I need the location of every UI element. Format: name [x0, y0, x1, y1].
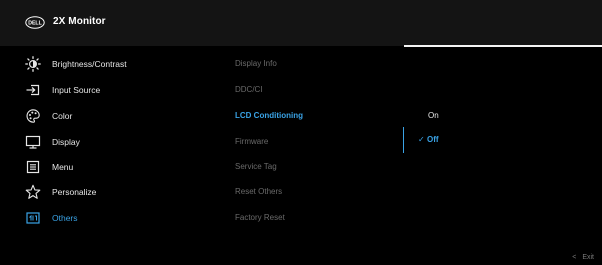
menu-label-others: Others [52, 213, 78, 223]
exit-label: Exit [582, 254, 594, 261]
star-icon [25, 184, 41, 200]
menu-label-menu: Menu [52, 162, 74, 172]
submenu-item-display-info[interactable]: Display Info [235, 57, 277, 71]
menu-item-others[interactable]: Others [25, 208, 210, 228]
submenu-item-reset-others[interactable]: Reset Others [235, 185, 282, 199]
option-selection-bar [403, 127, 404, 153]
submenu-item-service-tag[interactable]: Service Tag [235, 160, 277, 174]
submenu-item-lcd-conditioning[interactable]: LCD Conditioning [235, 109, 303, 123]
menu-label-brightness-contrast: Brightness/Contrast [52, 59, 127, 69]
input-source-icon [25, 82, 41, 98]
others-icon [25, 210, 41, 226]
menu-item-menu[interactable]: Menu [25, 157, 210, 177]
option-off[interactable]: ✓ Off [418, 133, 439, 147]
menu-item-color[interactable]: Color [25, 106, 210, 126]
menu-item-brightness-contrast[interactable]: Brightness/Contrast [25, 54, 210, 74]
osd-window: DELL 2X Monitor Brightness/Contrast Inpu… [0, 0, 602, 265]
monitor-title: 2X Monitor [53, 16, 106, 27]
menu-icon [25, 159, 41, 175]
menu-item-personalize[interactable]: Personalize [25, 182, 210, 202]
display-icon [25, 134, 41, 150]
chevron-left-icon: < [572, 254, 577, 261]
header-divider [404, 45, 602, 47]
menu-label-color: Color [52, 111, 73, 121]
logo-text: DELL [28, 21, 42, 27]
exit-button[interactable]: < Exit [572, 254, 594, 261]
menu-label-display: Display [52, 137, 80, 147]
color-palette-icon [25, 108, 41, 124]
submenu-item-ddc-ci[interactable]: DDC/CI [235, 83, 263, 97]
header-bar: DELL 2X Monitor [0, 0, 602, 47]
submenu-item-firmware[interactable]: Firmware [235, 135, 268, 149]
menu-label-personalize: Personalize [52, 187, 97, 197]
option-on-label: On [428, 111, 439, 120]
menu-item-display[interactable]: Display [25, 132, 210, 152]
menu-label-input-source: Input Source [52, 85, 101, 95]
option-off-label: Off [427, 135, 439, 144]
brightness-icon [25, 56, 41, 72]
submenu-item-factory-reset[interactable]: Factory Reset [235, 211, 285, 225]
menu-item-input-source[interactable]: Input Source [25, 80, 210, 100]
checkmark-icon: ✓ [418, 135, 425, 144]
option-on[interactable]: On [428, 109, 439, 123]
dell-logo: DELL [25, 16, 45, 29]
